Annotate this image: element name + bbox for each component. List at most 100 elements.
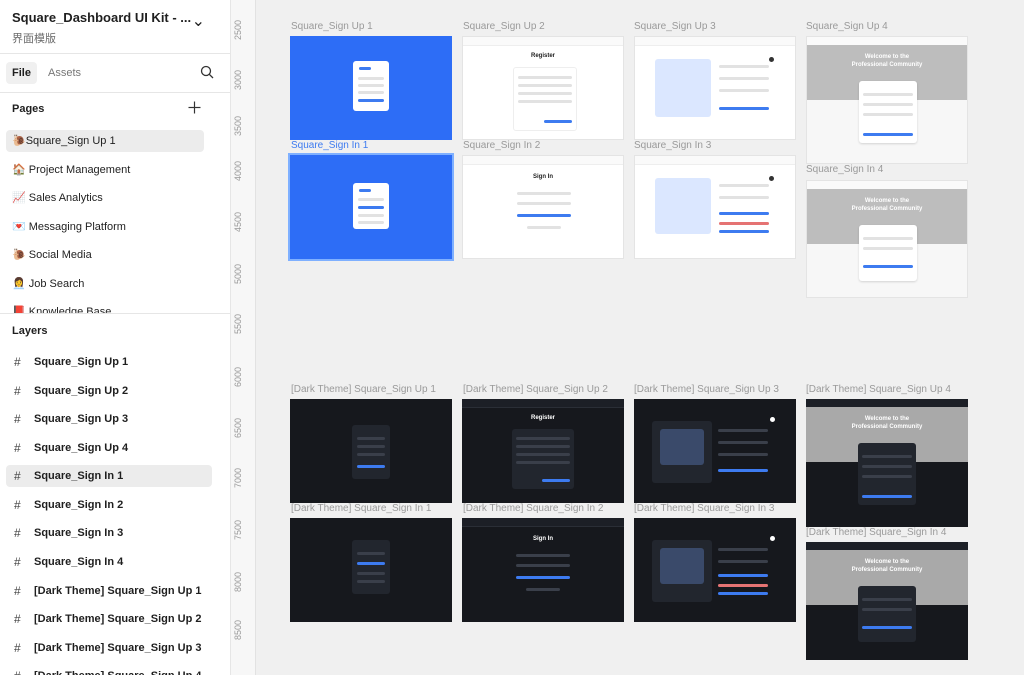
frame-label[interactable]: [Dark Theme] Square_Sign Up 4 [806, 384, 951, 395]
page-item-project-management[interactable]: 🏠 Project Management [6, 159, 204, 181]
frame-label[interactable]: [Dark Theme] Square_Sign Up 1 [291, 384, 436, 395]
frame-thumbnail[interactable] [290, 399, 452, 503]
frame-thumbnail-selected[interactable] [288, 153, 454, 261]
add-page-icon[interactable] [188, 101, 201, 114]
frame-icon: # [14, 612, 21, 626]
ruler-tick: 5000 [233, 263, 243, 285]
layer-item[interactable]: # [Dark Theme] Square_Sign Up 4 [6, 665, 212, 675]
ruler-tick: 8500 [233, 619, 243, 641]
pages-section-title: Pages [12, 103, 45, 115]
ruler-tick: 5500 [233, 313, 243, 335]
register-card [513, 67, 577, 131]
frame-thumbnail[interactable] [634, 36, 796, 140]
layer-item-selected[interactable]: # Square_Sign In 1 [6, 465, 212, 487]
page-item-sign-up-1[interactable]: 🐌Square_Sign Up 1 [6, 130, 204, 152]
layer-item[interactable]: # Square_Sign In 2 [6, 494, 212, 516]
frame-thumbnail[interactable] [634, 518, 796, 622]
page-item-social-media[interactable]: 🐌 Social Media [6, 244, 204, 266]
welcome-card [859, 81, 917, 143]
signin-card [353, 183, 389, 229]
signin-card [352, 540, 390, 594]
file-title[interactable]: Square_Dashboard UI Kit - ... [12, 10, 217, 25]
welcome-heading: Welcome to the Professional Community [851, 54, 923, 68]
layer-item[interactable]: # Square_Sign Up 4 [6, 437, 212, 459]
layer-name: [Dark Theme] Square_Sign Up 4 [34, 665, 202, 675]
layer-item[interactable]: # [Dark Theme] Square_Sign Up 3 [6, 637, 212, 659]
layer-name: Square_Sign In 2 [34, 499, 124, 511]
frame-icon: # [14, 412, 21, 426]
search-icon[interactable] [200, 65, 214, 79]
welcome-heading: Welcome to the Professional Community [851, 559, 923, 573]
chevron-down-icon[interactable]: ⌄ [192, 11, 205, 31]
frame-thumbnail[interactable]: Welcome to the Professional Community [806, 36, 968, 164]
layers-overflow: # [Dark Theme] Square_Sign Up 4 [0, 665, 230, 675]
frame-label[interactable]: [Dark Theme] Square_Sign Up 2 [463, 384, 608, 395]
frame-thumbnail[interactable]: Welcome to the Professional Community [806, 542, 968, 660]
welcome-card [859, 225, 917, 281]
sign-in-heading: Sign In [533, 536, 553, 542]
frame-label[interactable]: Square_Sign In 2 [463, 140, 540, 151]
frame-thumbnail[interactable]: Register [462, 399, 624, 503]
frame-icon: # [14, 584, 21, 598]
frame-thumbnail[interactable]: Welcome to the Professional Community [806, 180, 968, 298]
welcome-card [858, 443, 916, 505]
layer-item[interactable]: # [Dark Theme] Square_Sign Up 1 [6, 580, 212, 602]
divider [0, 53, 230, 54]
page-item-messaging-platform[interactable]: 💌 Messaging Platform [6, 216, 204, 238]
ruler-tick: 7500 [233, 519, 243, 541]
frame-label[interactable]: Square_Sign In 4 [806, 164, 883, 175]
frame-thumbnail[interactable]: Register [462, 36, 624, 140]
file-header[interactable]: Square_Dashboard UI Kit - ... ⌄ 界面模版 [12, 10, 217, 46]
layer-name: Square_Sign In 3 [34, 527, 124, 539]
illustration-card [652, 540, 712, 602]
ruler-tick: 4500 [233, 211, 243, 233]
frame-label[interactable]: [Dark Theme] Square_Sign In 3 [634, 503, 774, 514]
frame-thumbnail[interactable]: Sign In [462, 518, 624, 622]
frame-label[interactable]: Square_Sign In 3 [634, 140, 711, 151]
frame-thumbnail[interactable] [290, 518, 452, 622]
layer-name: Square_Sign Up 2 [34, 385, 129, 397]
frame-thumbnail[interactable] [290, 36, 452, 140]
frame-label[interactable]: Square_Sign Up 2 [463, 21, 545, 32]
frame-label[interactable]: Square_Sign Up 3 [634, 21, 716, 32]
page-item-job-search[interactable]: 👩‍💼 Job Search [6, 273, 204, 295]
tab-assets[interactable]: Assets [42, 62, 87, 84]
layer-item[interactable]: # Square_Sign In 4 [6, 551, 212, 573]
layers-section-title: Layers [12, 325, 48, 337]
frame-label[interactable]: [Dark Theme] Square_Sign In 1 [291, 503, 431, 514]
frame-icon: # [14, 526, 21, 540]
ruler-tick: 3500 [233, 115, 243, 137]
layer-item[interactable]: # [Dark Theme] Square_Sign Up 2 [6, 608, 212, 630]
frame-label[interactable]: Square_Sign Up 4 [806, 21, 888, 32]
frame-thumbnail[interactable]: Welcome to the Professional Community [806, 399, 968, 527]
layer-item[interactable]: # Square_Sign Up 3 [6, 408, 212, 430]
register-heading: Register [530, 415, 555, 421]
layer-name: Square_Sign Up 4 [34, 442, 129, 454]
vertical-ruler: 2500 3000 3500 4000 4500 5000 5500 6000 … [231, 0, 256, 675]
frame-icon: # [14, 498, 21, 512]
frame-label[interactable]: [Dark Theme] Square_Sign In 4 [806, 527, 946, 538]
page-item-sales-analytics[interactable]: 📈 Sales Analytics [6, 187, 204, 209]
frame-thumbnail[interactable] [634, 399, 796, 503]
layer-item[interactable]: # Square_Sign In 3 [6, 522, 212, 544]
layer-item[interactable]: # Square_Sign Up 2 [6, 380, 212, 402]
page-item-knowledge-base[interactable]: 📕 Knowledge Base [6, 301, 204, 313]
frame-label-selected[interactable]: Square_Sign In 1 [291, 140, 368, 151]
illustration-card [652, 421, 712, 483]
signup-card [353, 61, 389, 111]
frame-label[interactable]: Square_Sign Up 1 [291, 21, 373, 32]
ruler-tick: 6500 [233, 417, 243, 439]
left-sidebar: Square_Dashboard UI Kit - ... ⌄ 界面模版 Fil… [0, 0, 231, 675]
file-subtitle: 界面模版 [12, 33, 56, 45]
layer-item[interactable]: # Square_Sign Up 1 [6, 351, 212, 373]
frame-label[interactable]: [Dark Theme] Square_Sign In 2 [463, 503, 603, 514]
frame-label[interactable]: [Dark Theme] Square_Sign Up 3 [634, 384, 779, 395]
signup-card [352, 425, 390, 479]
tab-file[interactable]: File [6, 62, 37, 84]
register-heading: Register [530, 53, 555, 59]
frame-icon: # [14, 665, 21, 675]
frame-thumbnail[interactable] [634, 155, 796, 259]
frame-icon: # [14, 555, 21, 569]
frame-thumbnail[interactable]: Sign In [462, 155, 624, 259]
design-canvas[interactable]: 2500 3000 3500 4000 4500 5000 5500 6000 … [231, 0, 1024, 675]
